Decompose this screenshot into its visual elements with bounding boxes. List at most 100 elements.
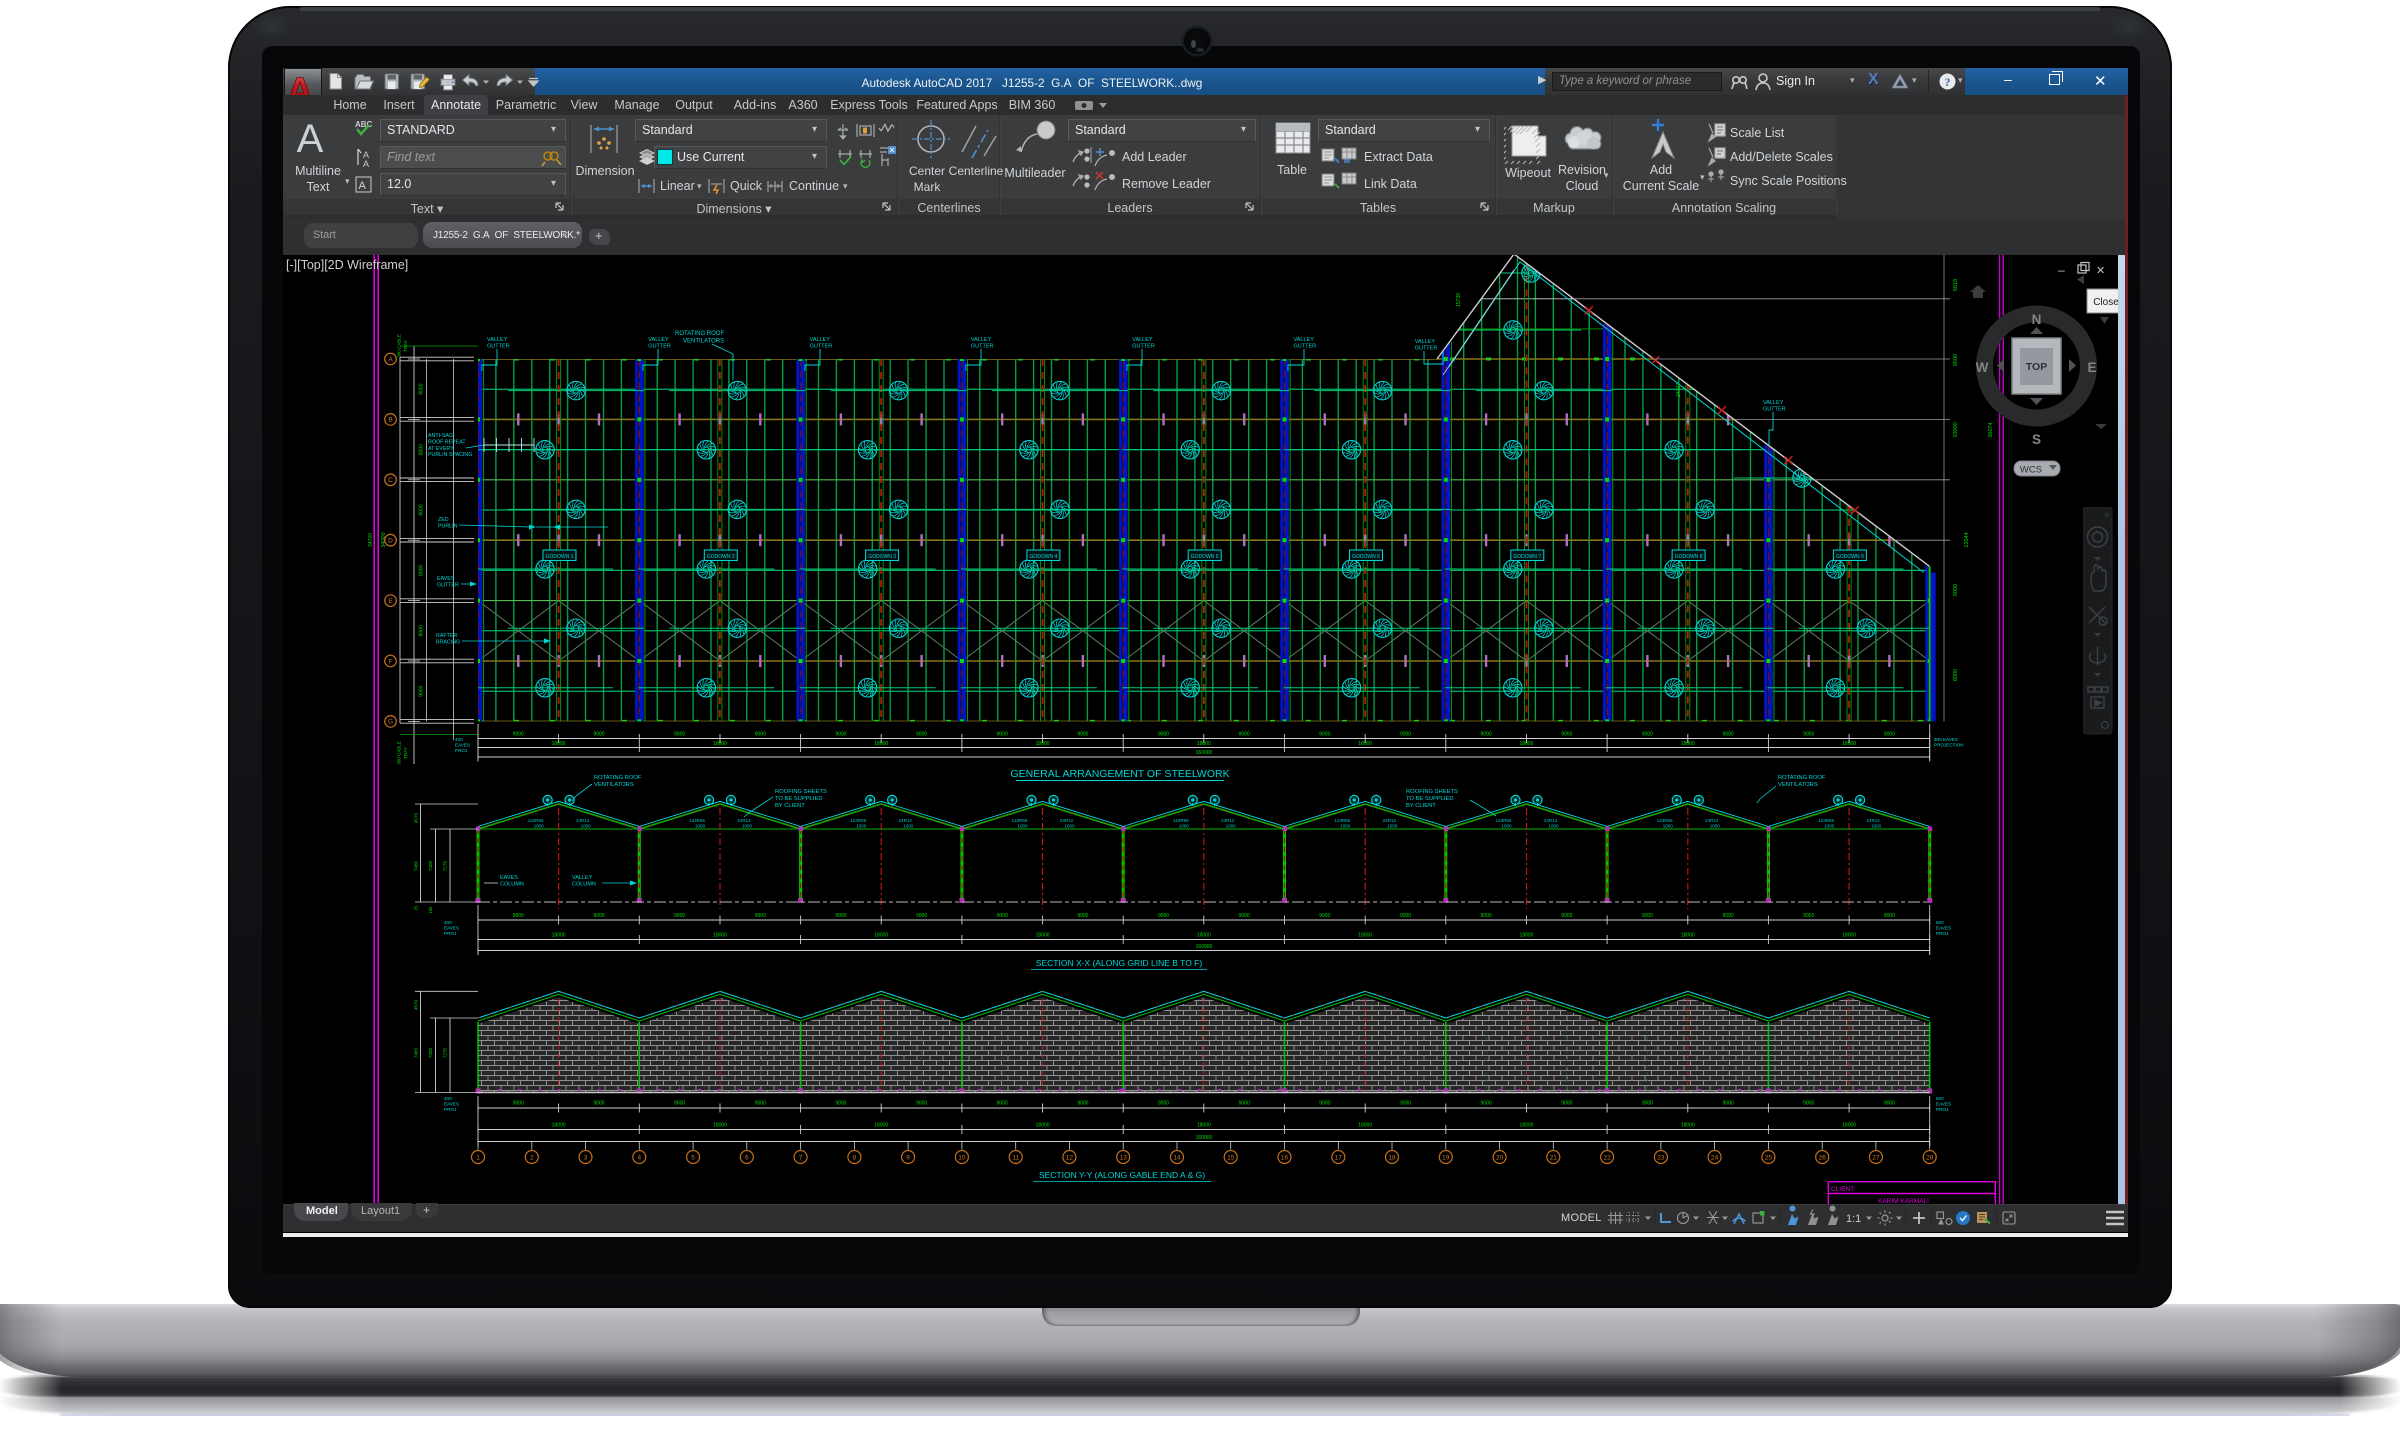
svg-text:VENTILATORS: VENTILATORS — [683, 339, 724, 345]
svg-text:VALLEY: VALLEY — [810, 337, 831, 343]
svg-text:ROOF REPEAT: ROOF REPEAT — [428, 439, 466, 445]
svg-text:AT EVERY: AT EVERY — [428, 446, 454, 452]
svg-text:13: 13 — [1120, 1155, 1128, 1162]
svg-text:9000: 9000 — [1481, 913, 1492, 919]
svg-text:9000: 9000 — [1481, 732, 1492, 738]
svg-text:BRACING: BRACING — [436, 639, 460, 645]
svg-text:PROJ: PROJ — [455, 748, 467, 753]
svg-text:123R66: 123R66 — [528, 818, 544, 823]
svg-text:VALLEY: VALLEY — [572, 875, 593, 881]
svg-text:ROTATING ROOF: ROTATING ROOF — [675, 331, 724, 337]
svg-text:9000: 9000 — [513, 1101, 524, 1107]
svg-text:9000: 9000 — [1400, 732, 1411, 738]
svg-text:1000: 1000 — [1340, 824, 1351, 829]
svg-text:GODOWN 1: GODOWN 1 — [546, 554, 574, 560]
svg-text:GODOWN 7: GODOWN 7 — [1513, 554, 1541, 560]
svg-text:123R66: 123R66 — [1334, 818, 1350, 823]
svg-text:7465: 7465 — [414, 860, 419, 871]
svg-text:28: 28 — [1926, 1155, 1934, 1162]
svg-text:9000: 9000 — [1158, 732, 1169, 738]
svg-text:9000: 9000 — [755, 1101, 766, 1107]
svg-text:9000: 9000 — [513, 732, 524, 738]
svg-text:9000: 9000 — [1239, 732, 1250, 738]
svg-text:18000: 18000 — [1036, 741, 1050, 747]
svg-text:GUTTER: GUTTER — [971, 344, 994, 350]
svg-text:190: 190 — [428, 906, 433, 914]
svg-text:GUTTER: GUTTER — [487, 344, 510, 350]
svg-text:Close: Close — [2093, 297, 2119, 308]
svg-text:COLUMN: COLUMN — [500, 882, 524, 888]
svg-text:18000: 18000 — [1197, 741, 1211, 747]
svg-text:1000: 1000 — [1663, 824, 1674, 829]
svg-text:24R12: 24R12 — [1705, 818, 1719, 823]
svg-text:9000: 9000 — [1642, 1101, 1653, 1107]
svg-text:9000: 9000 — [835, 913, 846, 919]
svg-text:400: 400 — [444, 1096, 452, 1101]
svg-text:TO BE SUPPLIED: TO BE SUPPLIED — [1406, 796, 1454, 802]
svg-text:VALLEY: VALLEY — [971, 337, 992, 343]
svg-text:GODOWN 4: GODOWN 4 — [1030, 554, 1058, 560]
svg-text:1000: 1000 — [534, 824, 545, 829]
svg-text:COLUMN: COLUMN — [572, 882, 596, 888]
svg-text:9000: 9000 — [755, 913, 766, 919]
svg-text:✕: ✕ — [2096, 265, 2105, 277]
svg-text:5: 5 — [691, 1155, 695, 1162]
svg-text:1000: 1000 — [1824, 824, 1835, 829]
svg-text:GUTTER: GUTTER — [1415, 346, 1438, 352]
svg-text:EAVES: EAVES — [444, 1101, 459, 1106]
svg-text:VALLEY: VALLEY — [1132, 337, 1153, 343]
svg-text:VALLEY: VALLEY — [1294, 337, 1315, 343]
svg-text:TO BE SUPPLIED: TO BE SUPPLIED — [775, 796, 823, 802]
svg-text:ANTI-SAG: ANTI-SAG — [428, 433, 453, 439]
svg-text:1000: 1000 — [1710, 824, 1721, 829]
svg-text:600: 600 — [1936, 920, 1944, 925]
svg-text:PROJ: PROJ — [444, 1107, 456, 1112]
svg-text:9000: 9000 — [835, 1101, 846, 1107]
svg-text:1000: 1000 — [581, 824, 592, 829]
svg-text:1: 1 — [476, 1155, 480, 1162]
svg-text:–: – — [2058, 263, 2065, 277]
svg-text:GODOWN 8: GODOWN 8 — [1675, 554, 1703, 560]
svg-text:9000: 9000 — [593, 1101, 604, 1107]
svg-text:18000: 18000 — [1197, 1123, 1211, 1129]
svg-text:300 CABLE: 300 CABLE — [397, 741, 402, 765]
svg-text:F: F — [389, 658, 393, 665]
svg-text:9: 9 — [906, 1155, 910, 1162]
svg-text:18000: 18000 — [1842, 1123, 1856, 1129]
svg-text:600: 600 — [1936, 1096, 1944, 1101]
svg-text:9000: 9000 — [674, 913, 685, 919]
svg-text:18000: 18000 — [1520, 741, 1534, 747]
svg-text:1000: 1000 — [695, 824, 706, 829]
svg-text:VALLEY: VALLEY — [1763, 400, 1784, 406]
svg-text:E: E — [388, 598, 393, 605]
svg-text:ROTATING ROOF: ROTATING ROOF — [1778, 775, 1826, 781]
svg-text:21: 21 — [1550, 1155, 1558, 1162]
svg-text:VALLEY: VALLEY — [648, 337, 669, 343]
svg-text:9000: 9000 — [419, 383, 425, 394]
svg-text:18: 18 — [1388, 1155, 1396, 1162]
svg-text:GODOWN 5: GODOWN 5 — [1191, 554, 1219, 560]
svg-text:A: A — [359, 180, 367, 192]
svg-text:160000: 160000 — [1196, 944, 1213, 950]
svg-text:18000: 18000 — [552, 741, 566, 747]
svg-text:1:1: 1:1 — [1846, 1213, 1861, 1225]
svg-text:24R12: 24R12 — [1060, 818, 1074, 823]
svg-text:EAVES: EAVES — [1936, 1101, 1951, 1106]
svg-text:9000: 9000 — [755, 732, 766, 738]
svg-text:PURLIN SPACING: PURLIN SPACING — [428, 452, 472, 458]
svg-text:9000: 9000 — [1884, 1101, 1895, 1107]
svg-text:23: 23 — [1657, 1155, 1665, 1162]
svg-text:ZED: ZED — [438, 517, 449, 523]
svg-text:18000: 18000 — [1358, 933, 1372, 939]
svg-text:18000: 18000 — [713, 741, 727, 747]
svg-text:7400: 7400 — [428, 1047, 433, 1058]
svg-text:GUTTER: GUTTER — [1763, 407, 1786, 413]
svg-text:18000: 18000 — [552, 1123, 566, 1129]
svg-text:27: 27 — [1872, 1155, 1880, 1162]
svg-text:9000: 9000 — [916, 1101, 927, 1107]
svg-text:?: ? — [1945, 75, 1951, 89]
svg-text:BY CLIENT: BY CLIENT — [775, 803, 805, 809]
svg-text:8000: 8000 — [419, 504, 425, 515]
svg-text:11: 11 — [1012, 1155, 1019, 1162]
svg-text:400: 400 — [455, 737, 463, 742]
